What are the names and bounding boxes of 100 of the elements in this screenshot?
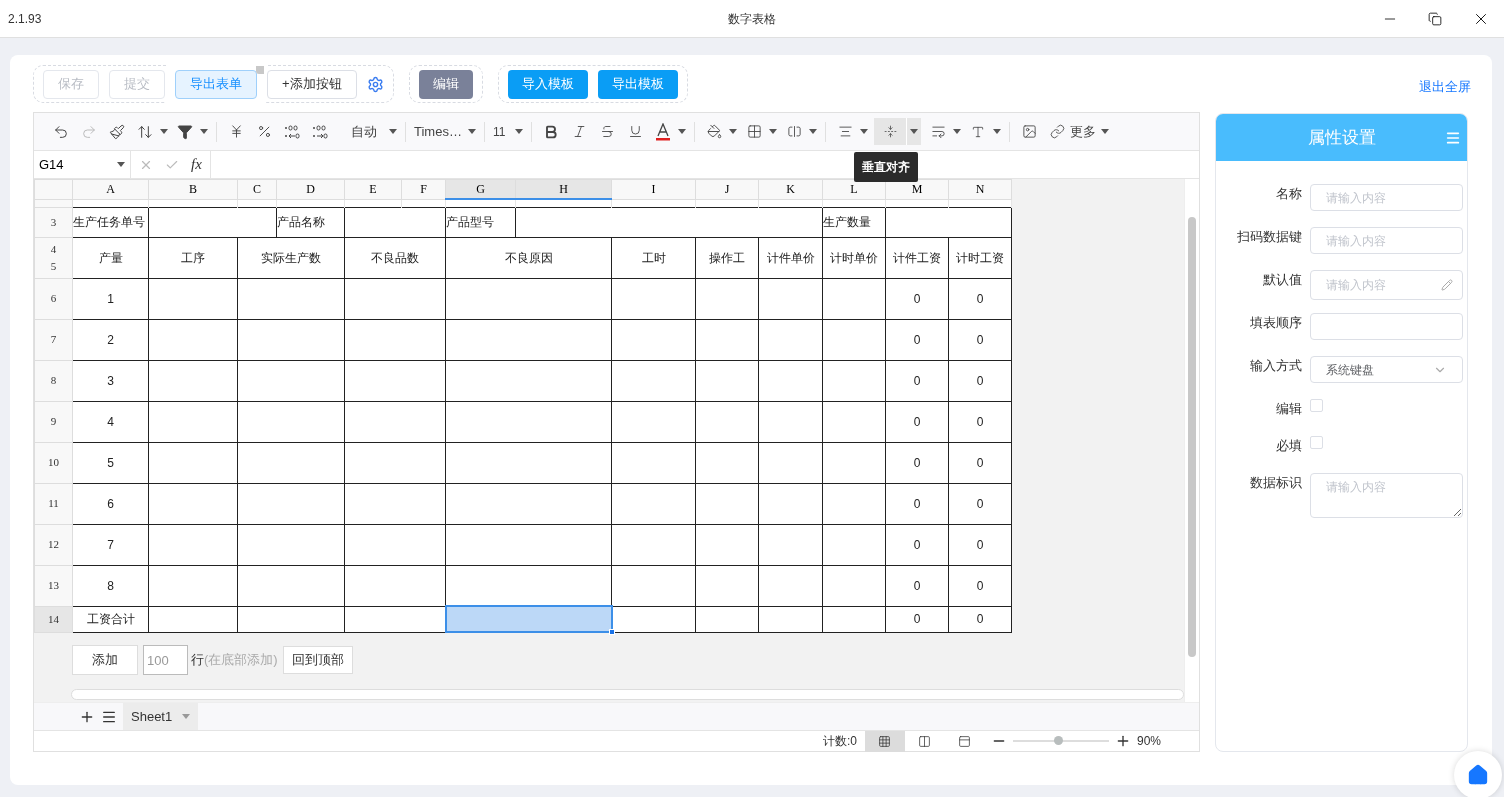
- caret-icon[interactable]: [1101, 129, 1110, 134]
- cell-text: 生产任务单号: [73, 214, 145, 231]
- field-label: 填表顺序: [1249, 314, 1302, 332]
- field-label: 必填: [1275, 437, 1302, 455]
- cell-text: 4: [107, 413, 114, 431]
- zoom-slider-thumb[interactable]: [1054, 736, 1064, 745]
- caret-icon[interactable]: [467, 129, 476, 134]
- row-header[interactable]: 13: [48, 577, 59, 594]
- view-button[interactable]: [864, 730, 905, 752]
- home-button[interactable]: [1454, 751, 1502, 797]
- text-field[interactable]: 请输入内容: [1310, 270, 1463, 300]
- action-button[interactable]: +添加按钮: [267, 69, 357, 99]
- cell-text: 0: [913, 413, 921, 431]
- column-header[interactable]: H: [515, 179, 612, 199]
- row-header[interactable]: 12: [48, 536, 59, 553]
- selected-cell[interactable]: [445, 606, 612, 632]
- caret-icon[interactable]: [953, 129, 962, 134]
- caret-icon[interactable]: [729, 129, 738, 134]
- column-header[interactable]: N: [948, 179, 1012, 199]
- column-header[interactable]: B: [148, 179, 238, 199]
- caret-icon[interactable]: [200, 129, 208, 134]
- caret-icon[interactable]: [515, 129, 524, 134]
- cell-text: 0: [913, 331, 921, 349]
- text-field[interactable]: [1310, 313, 1463, 340]
- sheet-tab[interactable]: Sheet1: [123, 702, 199, 731]
- caret-icon[interactable]: [910, 129, 919, 134]
- cell-text: 0: [976, 413, 984, 431]
- cell-text: 计件工资: [893, 249, 941, 267]
- caret-icon[interactable]: [860, 129, 869, 134]
- view-icon[interactable]: [878, 734, 892, 748]
- font-size-dropdown[interactable]: 11: [492, 122, 506, 141]
- caret-icon[interactable]: [389, 129, 397, 134]
- cell-text: 0: [976, 495, 984, 513]
- caret-icon[interactable]: [160, 129, 168, 134]
- caret-icon[interactable]: [809, 129, 818, 134]
- select-field[interactable]: 系统键盘: [1310, 356, 1463, 383]
- text-field[interactable]: 请输入内容: [1310, 184, 1463, 211]
- caret-icon[interactable]: [769, 129, 778, 134]
- column-header[interactable]: K: [758, 179, 823, 199]
- cell-text: 7: [107, 536, 114, 554]
- textarea-field[interactable]: 请输入内容: [1310, 473, 1463, 518]
- view-icon[interactable]: [958, 734, 972, 748]
- cell-text: 0: [913, 290, 921, 308]
- cell-text: 8: [107, 577, 114, 595]
- cell-text: 计件单价: [766, 249, 815, 267]
- row-header[interactable]: 7: [50, 331, 57, 348]
- cell-text: 产量: [98, 249, 123, 267]
- checkbox[interactable]: [1310, 436, 1323, 449]
- text-field[interactable]: 请输入内容: [1310, 227, 1463, 254]
- settings-icon[interactable]: [366, 75, 384, 93]
- cell-text: 实际生产数: [261, 249, 321, 267]
- row-header[interactable]: 9: [50, 413, 57, 430]
- field-label: 默认值: [1262, 271, 1302, 289]
- row-header[interactable]: 5: [50, 257, 57, 274]
- row-header[interactable]: 3: [50, 213, 57, 231]
- restore-icon[interactable]: [1428, 11, 1442, 26]
- exit-fullscreen-link[interactable]: 退出全屏: [1419, 77, 1471, 97]
- row-header[interactable]: 8: [50, 372, 57, 389]
- column-header[interactable]: C: [237, 179, 277, 199]
- cell-text: 产品名称: [277, 214, 325, 231]
- row-header[interactable]: 6: [50, 290, 57, 307]
- row-header[interactable]: 14: [48, 610, 59, 628]
- back-to-top-button[interactable]: 回到顶部: [282, 646, 353, 674]
- number-format-dropdown[interactable]: 自动: [351, 121, 377, 142]
- column-header[interactable]: D: [276, 179, 345, 199]
- font-dropdown[interactable]: Times…: [414, 121, 462, 142]
- caret-icon[interactable]: [993, 129, 1002, 134]
- cell-text: 工资合计: [86, 611, 135, 628]
- window-title: 数字表格: [728, 10, 776, 28]
- cell-text: 0: [976, 454, 984, 472]
- action-button[interactable]: 编辑: [418, 69, 473, 99]
- caret-icon[interactable]: [117, 162, 125, 167]
- column-header[interactable]: J: [695, 179, 759, 199]
- cell-text: 0: [976, 331, 984, 349]
- panel-title: 属性设置: [1307, 126, 1376, 149]
- field-label: 扫码数据键: [1236, 228, 1302, 246]
- column-header[interactable]: I: [611, 179, 696, 199]
- function-label[interactable]: fx: [191, 153, 202, 176]
- column-header[interactable]: F: [401, 179, 446, 199]
- column-header[interactable]: E: [344, 179, 402, 199]
- add-button[interactable]: 添加: [72, 645, 138, 675]
- cell-text: 操作工: [709, 249, 745, 267]
- name-box[interactable]: G14: [34, 151, 131, 178]
- row-header[interactable]: 10: [48, 454, 59, 471]
- cell-text: 产品型号: [446, 214, 494, 231]
- corner-mark-icon: [256, 66, 264, 74]
- cell-text: 3: [107, 372, 114, 390]
- horizontal-scrollbar[interactable]: [71, 689, 1184, 700]
- column-header[interactable]: A: [72, 179, 149, 199]
- view-icon[interactable]: [918, 734, 932, 748]
- row-header[interactable]: 4: [50, 241, 57, 258]
- more-dropdown[interactable]: 更多: [1070, 121, 1097, 142]
- cell-text: 6: [107, 495, 114, 513]
- vertical-scrollbar[interactable]: [1184, 179, 1199, 702]
- checkbox[interactable]: [1310, 399, 1323, 412]
- fill-handle[interactable]: [608, 629, 615, 635]
- column-header[interactable]: G: [445, 179, 516, 199]
- field-label: 输入方式: [1249, 357, 1302, 375]
- caret-icon[interactable]: [678, 129, 687, 134]
- row-header[interactable]: 11: [48, 495, 59, 512]
